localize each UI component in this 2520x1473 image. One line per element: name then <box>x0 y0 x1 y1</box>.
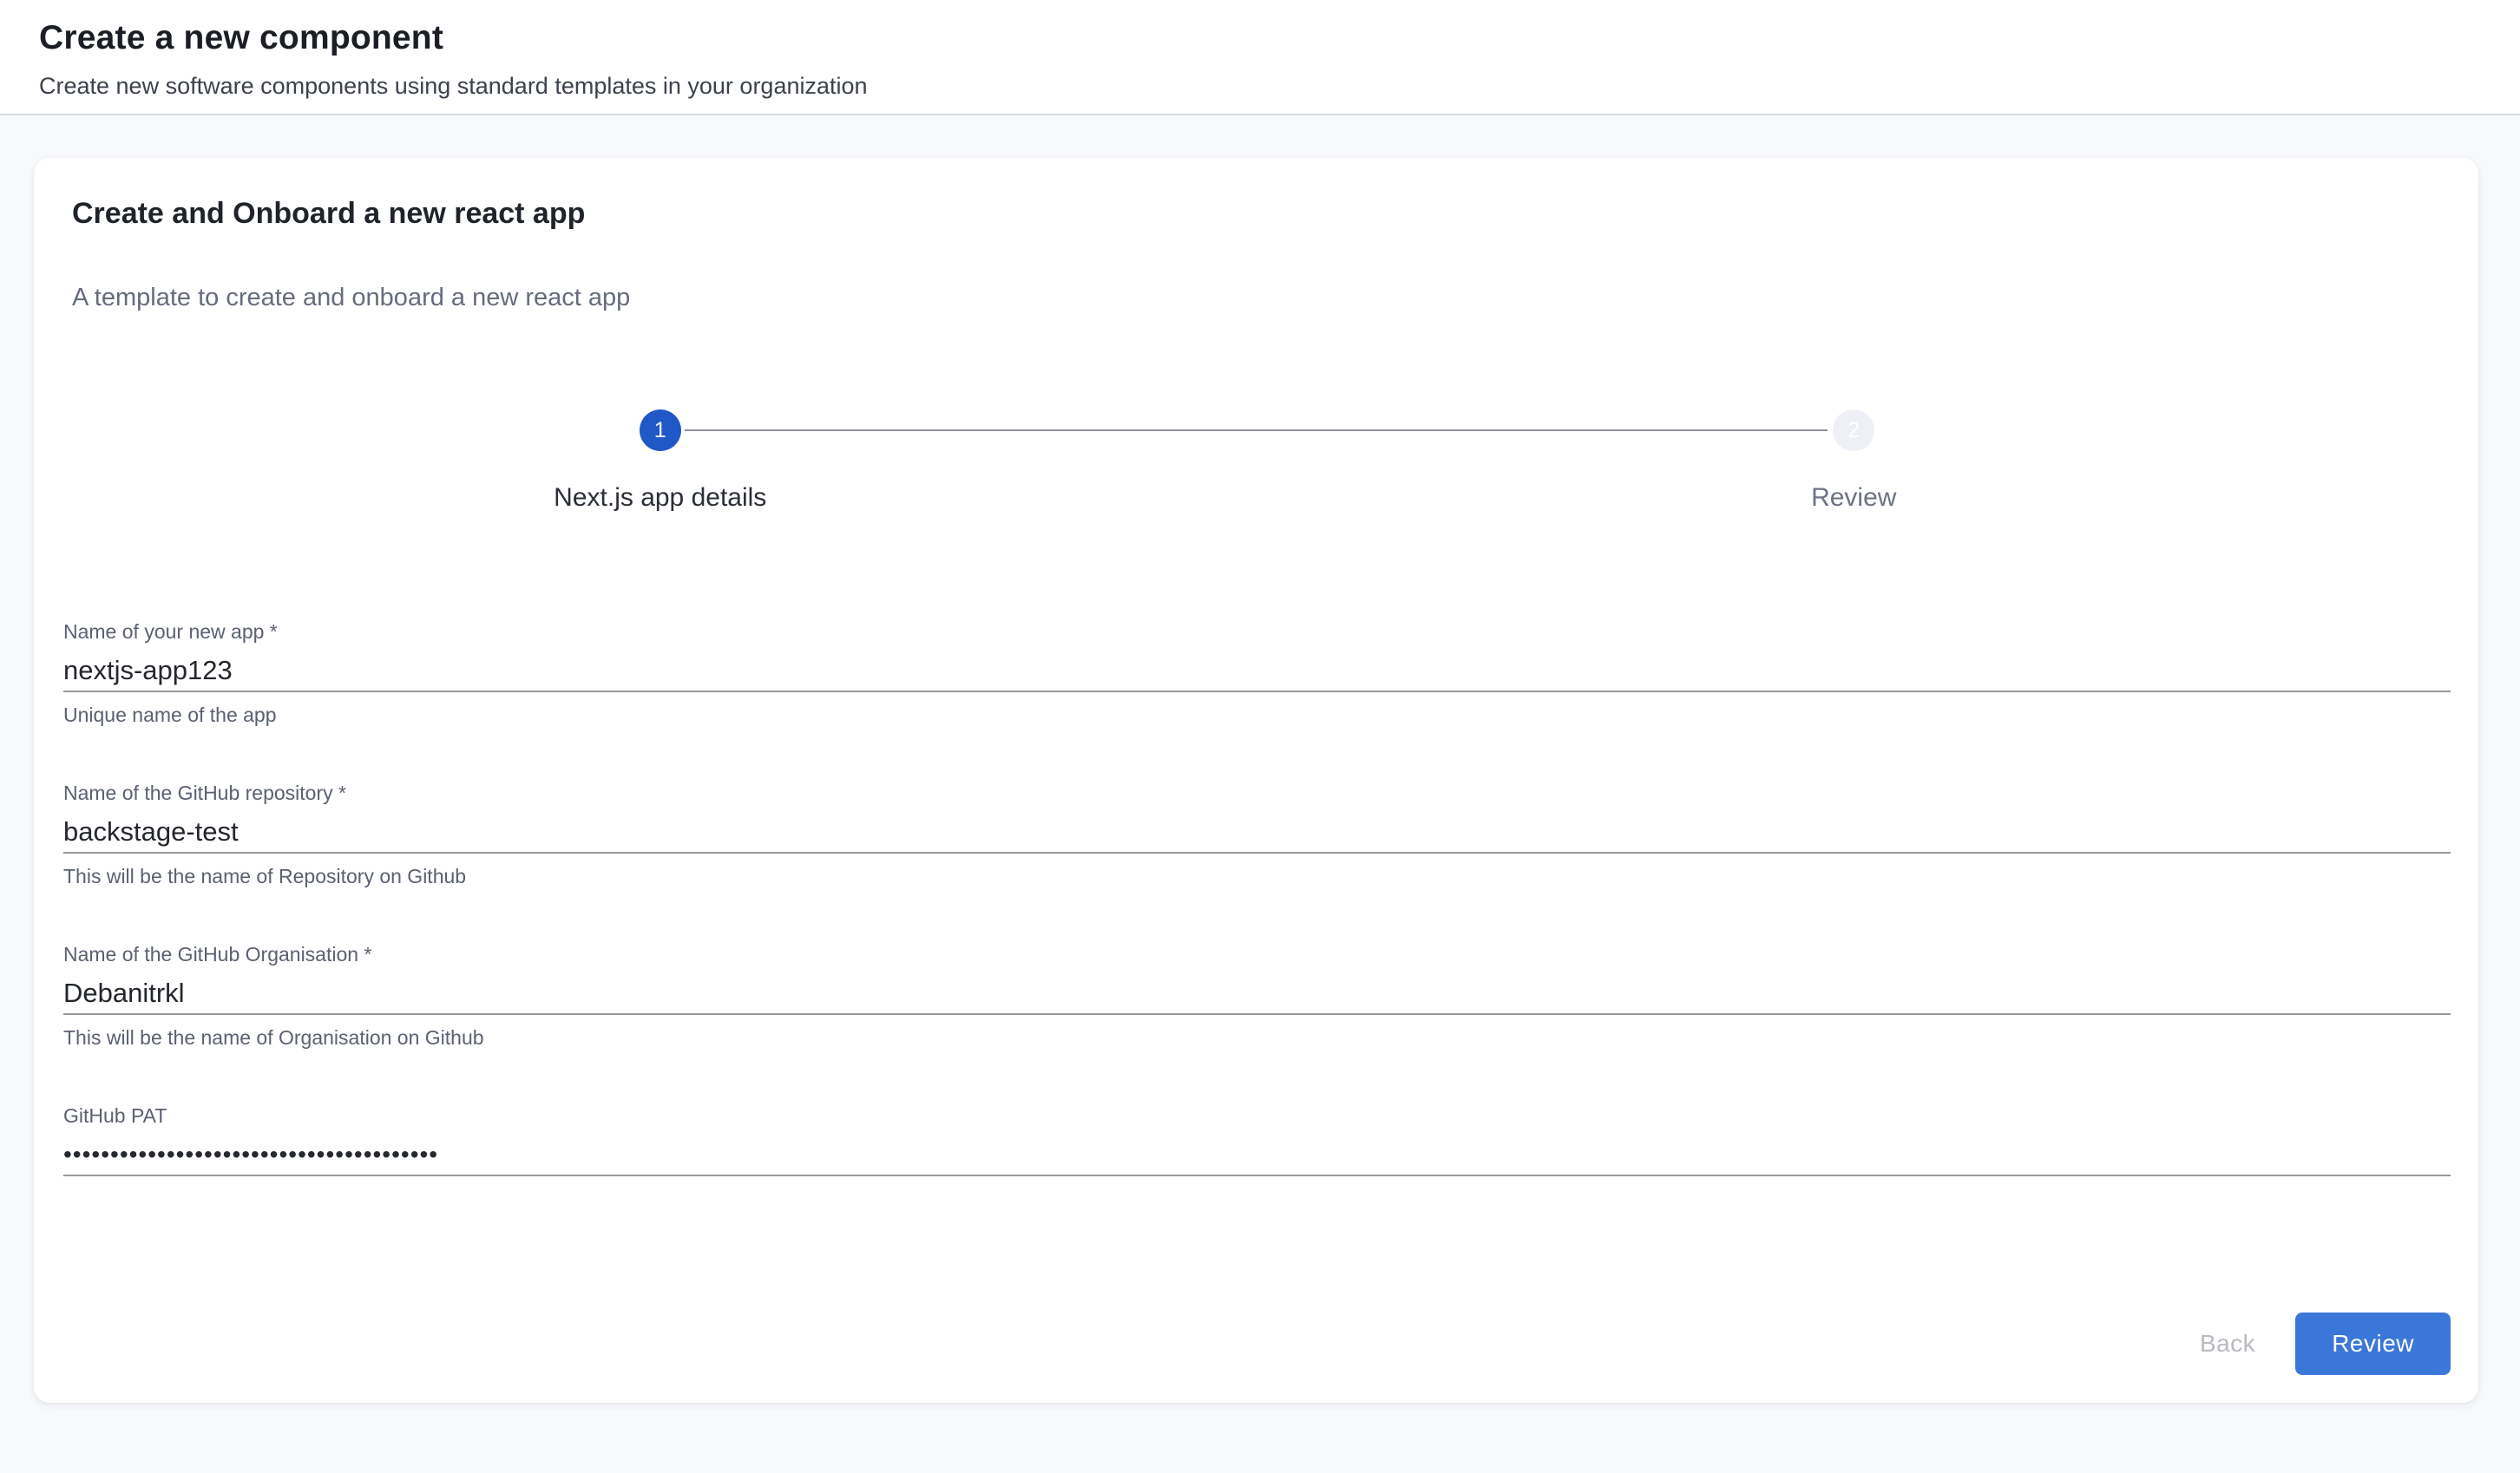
step-2-label: Review <box>1811 482 1896 514</box>
field-org-name-input[interactable] <box>63 979 2451 1015</box>
step-2-circle: 2 <box>1833 409 1874 451</box>
page-main: Create and Onboard a new react app A tem… <box>0 115 2520 1403</box>
field-github-pat: GitHub PAT <box>63 1103 2451 1176</box>
field-repo-name-helper: This will be the name of Repository on G… <box>63 864 2451 888</box>
field-repo-name-label: Name of the GitHub repository * <box>63 781 2451 805</box>
page-subtitle: Create new software components using sta… <box>39 71 2478 101</box>
page-header: Create a new component Create new softwa… <box>0 0 2520 115</box>
page-title: Create a new component <box>39 17 2478 59</box>
field-org-name-label: Name of the GitHub Organisation * <box>63 942 2451 966</box>
step-1-number: 1 <box>654 418 666 443</box>
field-org-name-helper: This will be the name of Organisation on… <box>63 1025 2451 1050</box>
field-org-name: Name of the GitHub Organisation * This w… <box>63 942 2451 1050</box>
template-form: Name of your new app * Unique name of th… <box>34 619 2478 1230</box>
stepper: 1 Next.js app details 2 Review <box>34 409 2478 514</box>
field-repo-name-input[interactable] <box>63 817 2451 854</box>
template-card: Create and Onboard a new react app A tem… <box>34 158 2478 1403</box>
field-repo-name: Name of the GitHub repository * This wil… <box>63 781 2451 888</box>
card-title: Create and Onboard a new react app <box>72 196 2440 231</box>
field-app-name-input[interactable] <box>63 656 2451 692</box>
back-button[interactable]: Back <box>2175 1316 2280 1372</box>
stepper-connector-line <box>685 429 1828 431</box>
field-github-pat-label: GitHub PAT <box>63 1103 2451 1128</box>
step-nextjs-app-details: 1 Next.js app details <box>63 409 1257 514</box>
field-app-name: Name of your new app * Unique name of th… <box>63 619 2451 727</box>
step-review: 2 Review <box>1257 409 2451 514</box>
field-app-name-label: Name of your new app * <box>63 619 2451 644</box>
field-app-name-helper: Unique name of the app <box>63 703 2451 727</box>
step-1-circle: 1 <box>640 409 681 451</box>
card-subtitle: A template to create and onboard a new r… <box>72 283 2440 312</box>
review-button[interactable]: Review <box>2295 1313 2451 1375</box>
step-2-number: 2 <box>1847 418 1860 443</box>
card-header: Create and Onboard a new react app A tem… <box>34 158 2478 312</box>
field-github-pat-input[interactable] <box>63 1140 2451 1176</box>
form-actions: Back Review <box>34 1313 2478 1375</box>
step-1-label: Next.js app details <box>554 482 766 514</box>
